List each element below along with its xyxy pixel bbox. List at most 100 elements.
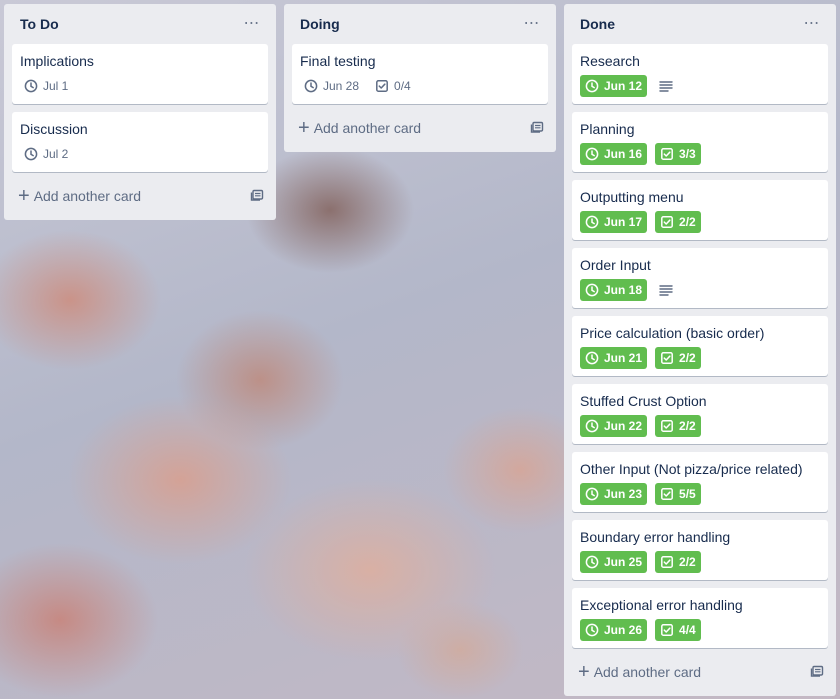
due-date-text: Jun 23 (604, 487, 643, 501)
add-card-label: Add another card (33, 188, 142, 204)
card[interactable]: Boundary error handling Jun 25 2/2 (572, 520, 828, 580)
clock-icon (24, 79, 43, 93)
card-title: Exceptional error handling (580, 597, 743, 613)
checklist-badge: 4/4 (655, 619, 701, 641)
clock-icon (585, 419, 604, 433)
checkbox-icon (660, 147, 679, 161)
checklist-badge: 2/2 (655, 551, 701, 573)
card-template-icon[interactable] (250, 188, 264, 205)
due-date-badge[interactable]: Jul 1 (20, 75, 72, 97)
due-date-badge[interactable]: Jun 25 (580, 551, 648, 573)
due-date-text: Jun 25 (604, 555, 643, 569)
more-horizontal-icon[interactable]: ⋯ (800, 16, 824, 32)
due-date-text: Jun 28 (323, 79, 360, 93)
checklist-badge: 2/2 (655, 347, 701, 369)
card[interactable]: Discussion Jul 2 (12, 112, 268, 172)
card-title: Planning (580, 121, 635, 137)
card-title: Outputting menu (580, 189, 684, 205)
card[interactable]: Implications Jul 1 (12, 44, 268, 104)
card-template-icon[interactable] (530, 120, 544, 137)
list-title[interactable]: To Do (20, 16, 59, 32)
checklist-badge: 5/5 (655, 483, 701, 505)
due-date-badge[interactable]: Jun 23 (580, 483, 648, 505)
card-badges: Jun 25 2/2 (580, 550, 820, 574)
card-title: Order Input (580, 257, 651, 273)
plus-icon: + (298, 117, 310, 139)
clock-icon (585, 215, 604, 229)
add-card-label-wrap: + Add another card (298, 118, 421, 138)
card-badges: Jun 26 4/4 (580, 618, 820, 642)
add-card-button[interactable]: + Add another card (12, 180, 268, 212)
due-date-badge[interactable]: Jun 22 (580, 415, 648, 437)
card[interactable]: Final testing Jun 28 0/4 (292, 44, 548, 104)
add-card-button[interactable]: + Add another card (292, 112, 548, 144)
card-title: Final testing (300, 53, 376, 69)
due-date-text: Jun 21 (604, 351, 643, 365)
clock-icon (304, 79, 323, 93)
list-title[interactable]: Done (580, 16, 615, 32)
card[interactable]: Exceptional error handling Jun 26 4/4 (572, 588, 828, 648)
card[interactable]: Stuffed Crust Option Jun 22 2/2 (572, 384, 828, 444)
add-card-label: Add another card (593, 664, 702, 680)
list-header: Doing ⋯ (292, 4, 548, 44)
card[interactable]: Research Jun 12 (572, 44, 828, 104)
list-done: Done ⋯ Research Jun 12 Planning Jun 16 3/3 Outp… (564, 4, 836, 696)
card-badges: Jun 18 (580, 278, 820, 302)
card[interactable]: Order Input Jun 18 (572, 248, 828, 308)
card-badges: Jun 17 2/2 (580, 210, 820, 234)
add-card-button[interactable]: + Add another card (572, 656, 828, 688)
due-date-text: Jun 22 (604, 419, 643, 433)
due-date-badge[interactable]: Jun 28 (300, 75, 363, 97)
checklist-badge: 2/2 (655, 211, 701, 233)
due-date-text: Jun 26 (604, 623, 643, 637)
list-title[interactable]: Doing (300, 16, 340, 32)
clock-icon (585, 283, 604, 297)
checklist-count: 2/2 (679, 215, 696, 229)
plus-icon: + (578, 661, 590, 683)
card[interactable]: Outputting menu Jun 17 2/2 (572, 180, 828, 240)
list-header: Done ⋯ (572, 4, 828, 44)
card[interactable]: Price calculation (basic order) Jun 21 2/2 (572, 316, 828, 376)
more-horizontal-icon[interactable]: ⋯ (520, 16, 544, 32)
checklist-badge: 3/3 (655, 143, 701, 165)
checkbox-icon (660, 351, 679, 365)
card-badges: Jun 23 5/5 (580, 482, 820, 506)
due-date-text: Jun 12 (604, 79, 643, 93)
card-template-icon[interactable] (810, 664, 824, 681)
checkbox-icon (660, 623, 679, 637)
card[interactable]: Other Input (Not pizza/price related) Jun… (572, 452, 828, 512)
due-date-text: Jun 17 (604, 215, 643, 229)
card-badges: Jul 1 (20, 74, 260, 98)
clock-icon (585, 147, 604, 161)
due-date-text: Jun 16 (604, 147, 643, 161)
plus-icon: + (18, 185, 30, 207)
due-date-text: Jul 2 (43, 147, 69, 161)
card[interactable]: Planning Jun 16 3/3 (572, 112, 828, 172)
checklist-badge: 0/4 (371, 75, 415, 97)
card-badges: Jun 21 2/2 (580, 346, 820, 370)
card-title: Stuffed Crust Option (580, 393, 707, 409)
card-badges: Jun 28 0/4 (300, 74, 540, 98)
due-date-badge[interactable]: Jun 18 (580, 279, 648, 301)
due-date-badge[interactable]: Jun 21 (580, 347, 648, 369)
add-card-label-wrap: + Add another card (578, 662, 701, 682)
checklist-count: 2/2 (679, 419, 696, 433)
due-date-badge[interactable]: Jun 12 (580, 75, 648, 97)
due-date-badge[interactable]: Jun 26 (580, 619, 648, 641)
checklist-count: 2/2 (679, 555, 696, 569)
description-lines-icon (655, 279, 677, 301)
card-badges: Jun 16 3/3 (580, 142, 820, 166)
description-lines-icon (655, 75, 677, 97)
more-horizontal-icon[interactable]: ⋯ (240, 16, 264, 32)
checklist-count: 2/2 (679, 351, 696, 365)
list-to-do: To Do ⋯ Implications Jul 1 Discussion Jul 2 + A… (4, 4, 276, 220)
clock-icon (585, 79, 604, 93)
checkbox-icon (375, 79, 394, 93)
clock-icon (585, 351, 604, 365)
due-date-badge[interactable]: Jun 16 (580, 143, 648, 165)
add-card-label-wrap: + Add another card (18, 186, 141, 206)
due-date-badge[interactable]: Jul 2 (20, 143, 72, 165)
card-badges: Jun 12 (580, 74, 820, 98)
due-date-badge[interactable]: Jun 17 (580, 211, 648, 233)
due-date-text: Jul 1 (43, 79, 69, 93)
